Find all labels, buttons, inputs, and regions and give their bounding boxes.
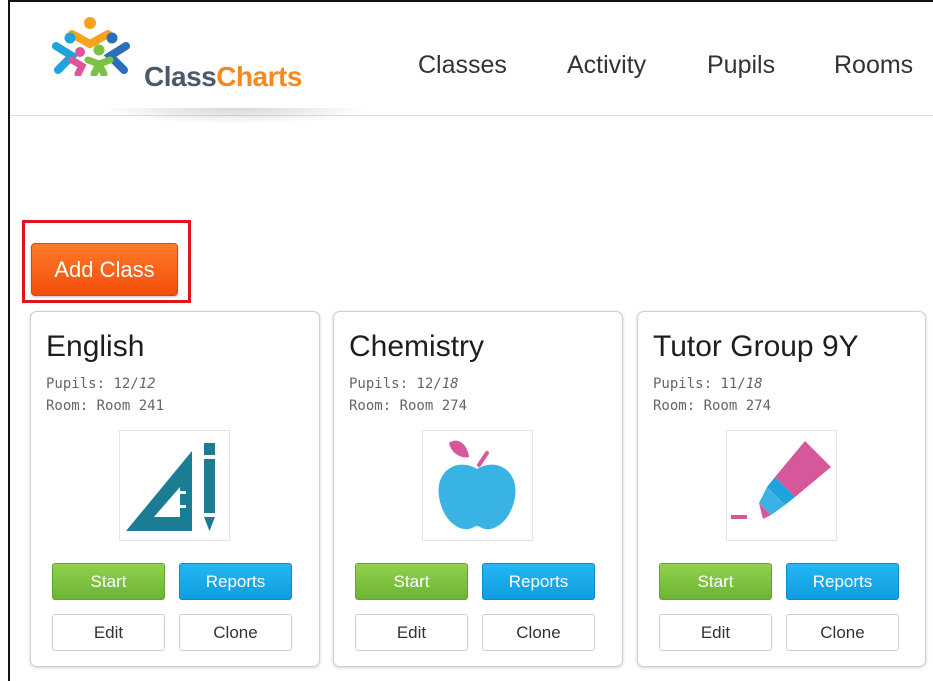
class-card-english: English Pupils: 12/12 Room: Room 241 Sta… <box>30 311 320 667</box>
edit-button[interactable]: Edit <box>52 614 165 651</box>
class-pupils: Pupils: 11/18 <box>653 376 763 392</box>
class-name: English <box>46 330 145 363</box>
class-name: Tutor Group 9Y <box>653 330 859 363</box>
pupils-count: 11 <box>720 376 738 392</box>
pupils-label: Pupils: <box>653 376 721 392</box>
nav-item-pupils[interactable]: Pupils <box>707 50 775 80</box>
main-nav: Classes Activity Pupils Rooms <box>0 50 933 80</box>
nav-item-classes[interactable]: Classes <box>418 50 507 80</box>
room-label: Room: <box>46 398 97 414</box>
start-button[interactable]: Start <box>659 563 772 600</box>
ruler-pencil-icon <box>126 443 215 531</box>
room-label: Room: <box>349 398 400 414</box>
clone-button[interactable]: Clone <box>179 614 292 651</box>
header-shadow <box>100 108 370 124</box>
class-icon-box <box>726 430 837 541</box>
reports-button[interactable]: Reports <box>179 563 292 600</box>
class-pupils: Pupils: 12/12 <box>46 376 156 392</box>
highlighter-icon <box>731 441 831 519</box>
apple-icon <box>438 440 516 530</box>
room-value: Room 241 <box>96 398 165 414</box>
class-card-tutor-group-9y: Tutor Group 9Y Pupils: 11/18 Room: Room … <box>637 311 926 667</box>
edit-button[interactable]: Edit <box>355 614 468 651</box>
start-button[interactable]: Start <box>52 563 165 600</box>
class-room: Room: Room 274 <box>653 398 771 414</box>
class-room: Room: Room 274 <box>349 398 467 414</box>
reports-button[interactable]: Reports <box>482 563 595 600</box>
nav-item-activity[interactable]: Activity <box>567 50 646 80</box>
room-value: Room 274 <box>399 398 468 414</box>
class-room: Room: Room 241 <box>46 398 164 414</box>
nav-item-rooms[interactable]: Rooms <box>834 50 913 80</box>
pupils-count: 12 <box>113 376 131 392</box>
room-value: Room 274 <box>703 398 772 414</box>
add-class-button[interactable]: Add Class <box>31 243 178 296</box>
start-button[interactable]: Start <box>355 563 468 600</box>
class-name: Chemistry <box>349 330 485 363</box>
pupils-label: Pupils: <box>349 376 417 392</box>
class-card-chemistry: Chemistry Pupils: 12/18 Room: Room 274 S… <box>333 311 623 667</box>
pupils-total: 18 <box>745 376 763 392</box>
clone-button[interactable]: Clone <box>482 614 595 651</box>
pupils-total: 18 <box>441 376 459 392</box>
clone-button[interactable]: Clone <box>786 614 899 651</box>
pupils-count: 12 <box>416 376 434 392</box>
pupils-label: Pupils: <box>46 376 114 392</box>
pupils-total: 12 <box>138 376 156 392</box>
class-pupils: Pupils: 12/18 <box>349 376 459 392</box>
reports-button[interactable]: Reports <box>786 563 899 600</box>
edit-button[interactable]: Edit <box>659 614 772 651</box>
class-icon-box <box>119 430 230 541</box>
class-icon-box <box>422 430 533 541</box>
room-label: Room: <box>653 398 704 414</box>
